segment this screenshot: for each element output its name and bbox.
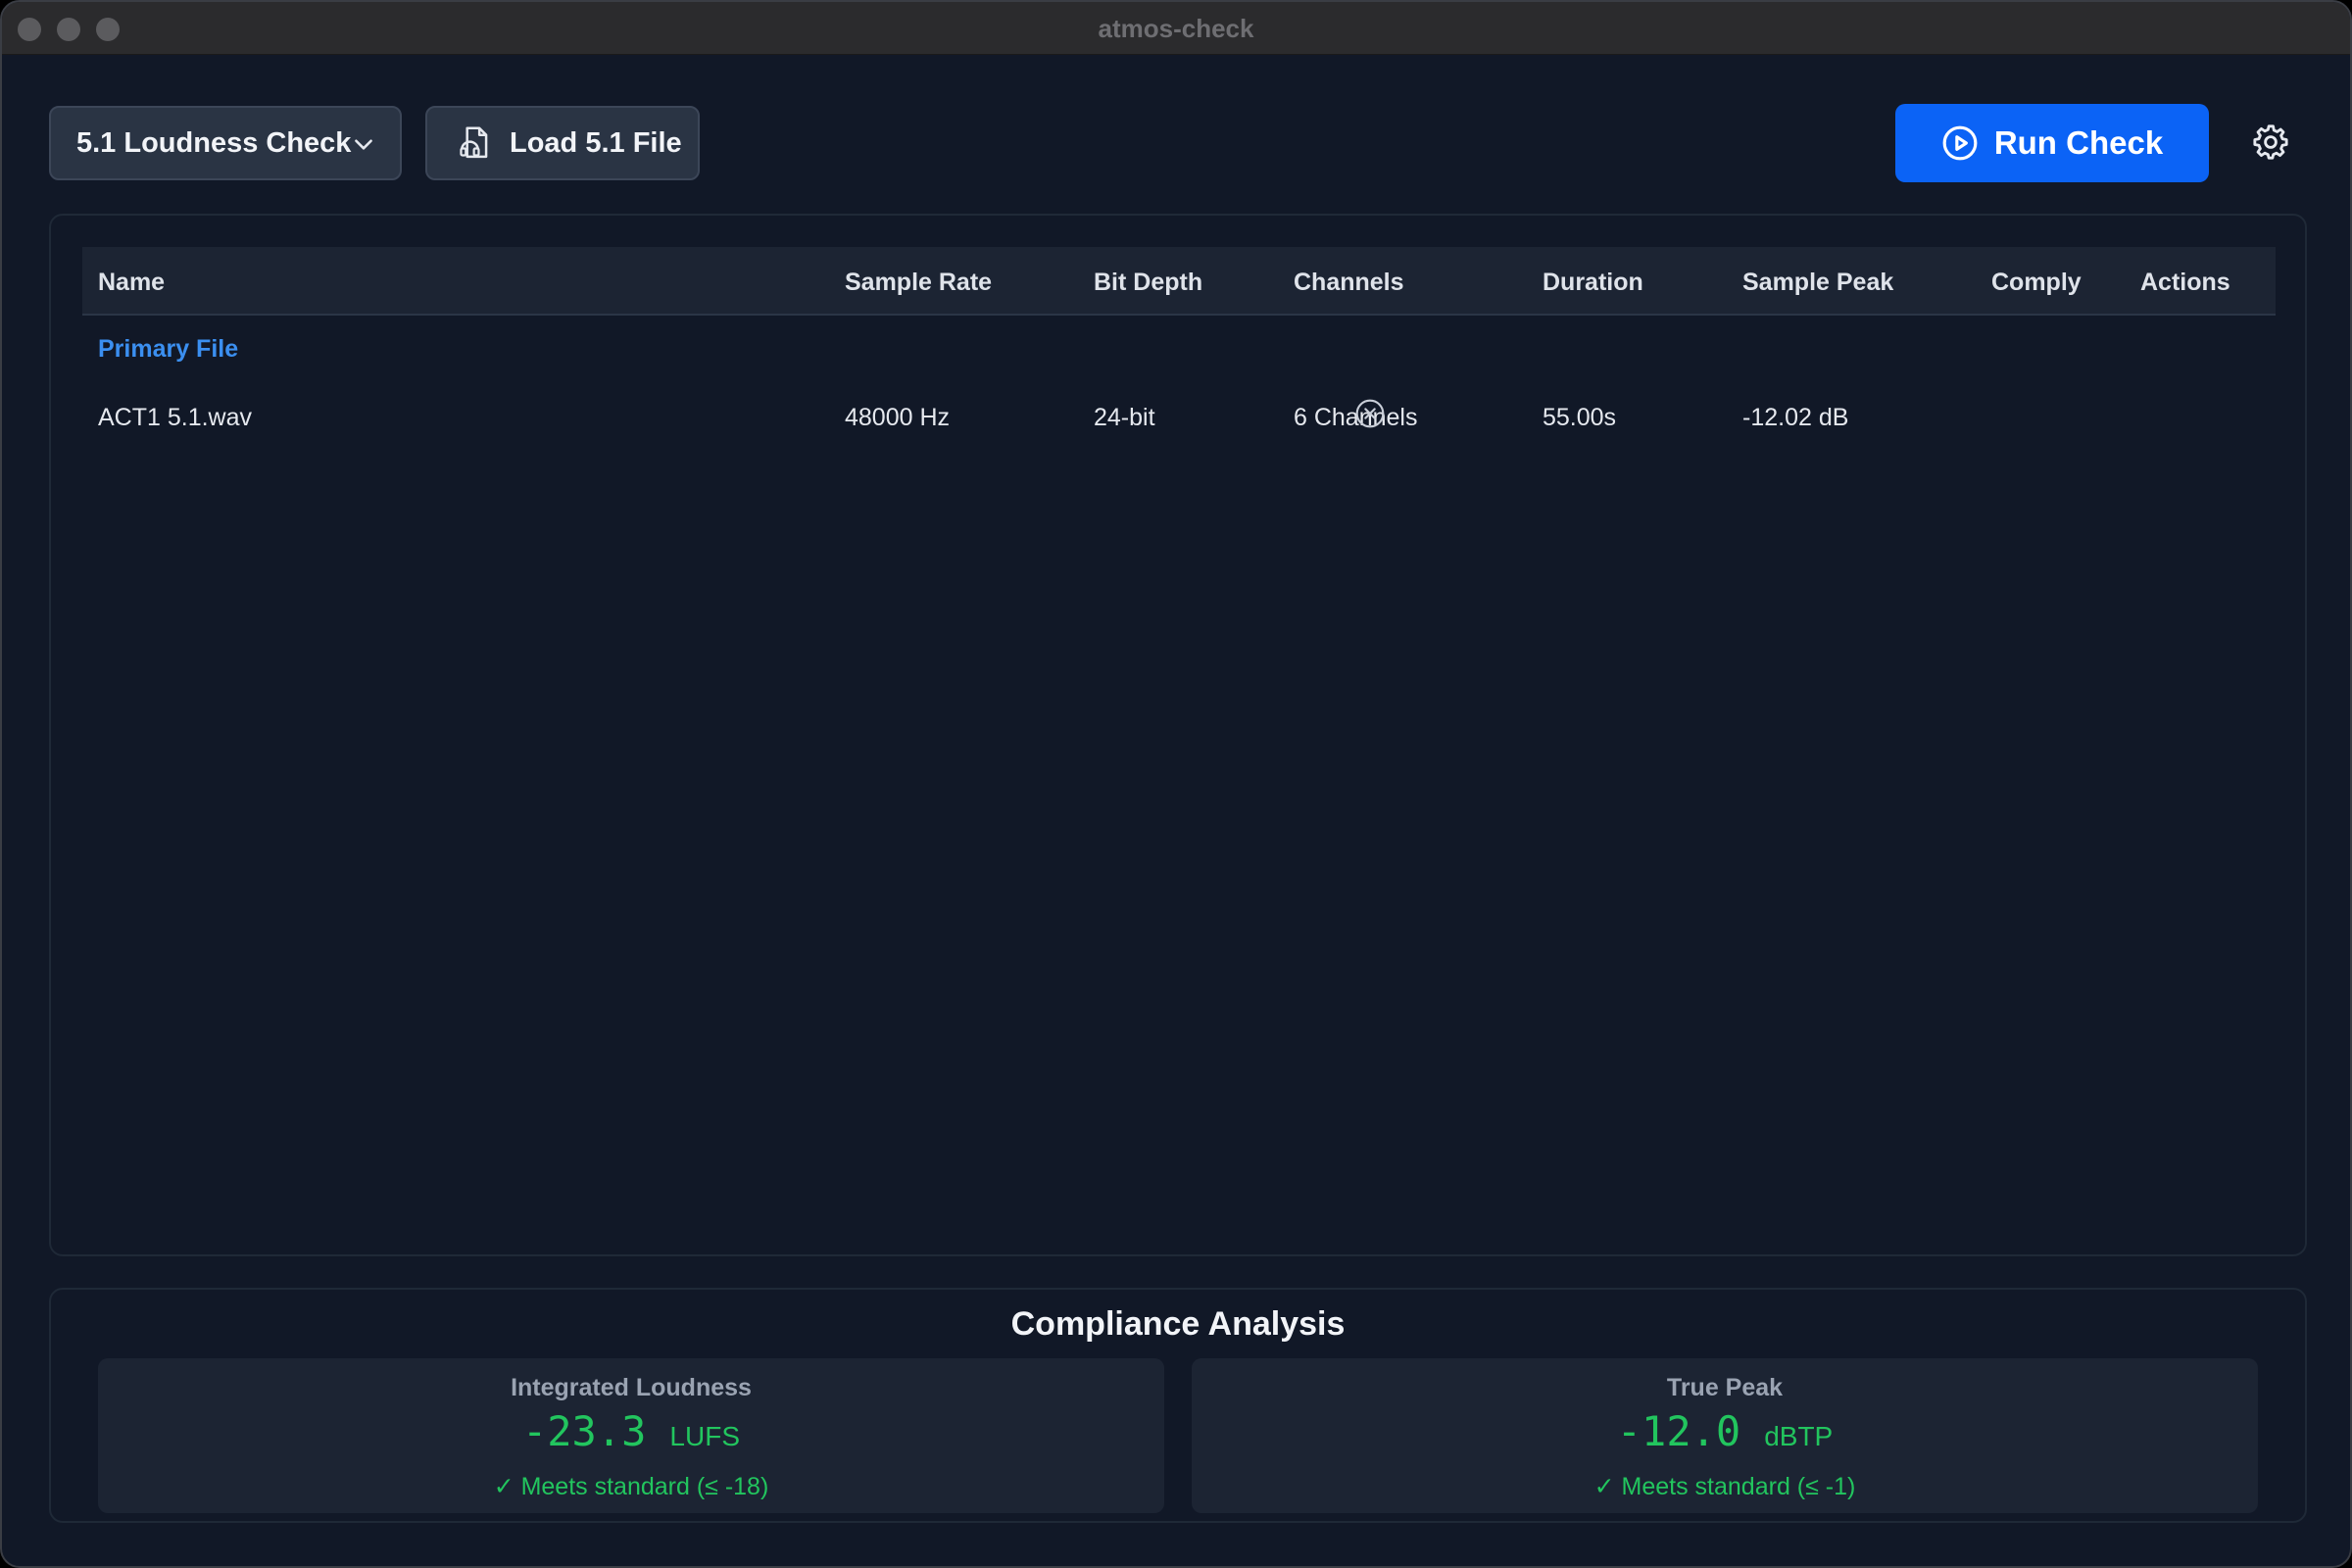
column-header-name[interactable]: Name: [98, 269, 165, 297]
load-file-label: Load 5.1 File: [510, 126, 682, 159]
column-header-actions: Actions: [2140, 269, 2230, 296]
cell-duration: 55.00s: [1543, 404, 1617, 431]
file-table-panel: Name Sample Rate Bit Depth Channels Dura…: [49, 214, 2307, 1256]
table-header: Name Sample Rate Bit Depth Channels Dura…: [82, 247, 2276, 316]
column-header-sample-peak[interactable]: Sample Peak: [1742, 269, 1893, 297]
preset-select[interactable]: 5.1 Loudness Check: [49, 106, 402, 180]
cell-name: ACT1 5.1.wav: [98, 404, 253, 431]
column-header-comply[interactable]: Comply: [1991, 269, 2082, 297]
true-peak-label: True Peak: [1666, 1374, 1784, 1401]
integrated-loudness-value: -23.3: [521, 1407, 647, 1455]
compliance-analysis-panel: Compliance Analysis Integrated Loudness …: [49, 1288, 2307, 1523]
preset-select-label: 5.1 Loudness Check: [76, 126, 352, 159]
column-header-bit-depth[interactable]: Bit Depth: [1094, 269, 1202, 297]
compliance-title: Compliance Analysis: [1010, 1305, 1346, 1343]
cell-sample-peak: -12.02 dB: [1742, 404, 1849, 431]
remove-circle-icon[interactable]: [1354, 398, 1386, 429]
run-check-button[interactable]: Run Check: [1895, 104, 2209, 182]
column-header-duration[interactable]: Duration: [1543, 269, 1643, 297]
integrated-loudness-reading: -23.3 LUFS: [98, 1407, 1164, 1455]
table-row[interactable]: ACT1 5.1.wav 48000 Hz 24-bit 6 Channels …: [82, 390, 2276, 459]
file-audio-icon: [460, 126, 488, 159]
cell-bit-depth: 24-bit: [1094, 404, 1155, 431]
column-header-channels[interactable]: Channels: [1294, 269, 1404, 297]
column-header-sample-rate[interactable]: Sample Rate: [845, 269, 992, 297]
gear-icon[interactable]: [2252, 123, 2289, 161]
play-circle-icon: [1942, 125, 1978, 161]
integrated-loudness-card: Integrated Loudness -23.3 LUFS ✓ Meets s…: [98, 1358, 1164, 1513]
window-title: atmos-check: [1098, 14, 1254, 43]
integrated-loudness-label: Integrated Loudness: [511, 1374, 752, 1401]
cell-sample-rate: 48000 Hz: [845, 404, 951, 431]
integrated-loudness-unit: LUFS: [669, 1421, 740, 1451]
load-file-button[interactable]: Load 5.1 File: [425, 106, 700, 180]
true-peak-status: ✓ Meets standard (≤ -1): [1593, 1473, 1856, 1500]
integrated-loudness-status: ✓ Meets standard (≤ -18): [493, 1473, 769, 1500]
chevron-down-icon: [355, 139, 372, 150]
true-peak-unit: dBTP: [1764, 1421, 1834, 1451]
run-check-label: Run Check: [1993, 124, 2164, 161]
app-window: atmos-check 5.1 Loudness Check Load 5.1 …: [0, 0, 2352, 1568]
true-peak-card: True Peak -12.0 dBTP ✓ Meets standard (≤…: [1192, 1358, 2258, 1513]
title-bar: atmos-check: [2, 2, 2350, 55]
true-peak-value: -12.0: [1616, 1407, 1741, 1455]
toolbar: 5.1 Loudness Check Load 5.1 File Run Che…: [2, 55, 2350, 212]
group-label-primary-file: Primary File: [98, 335, 239, 363]
true-peak-reading: -12.0 dBTP: [1192, 1407, 2258, 1455]
